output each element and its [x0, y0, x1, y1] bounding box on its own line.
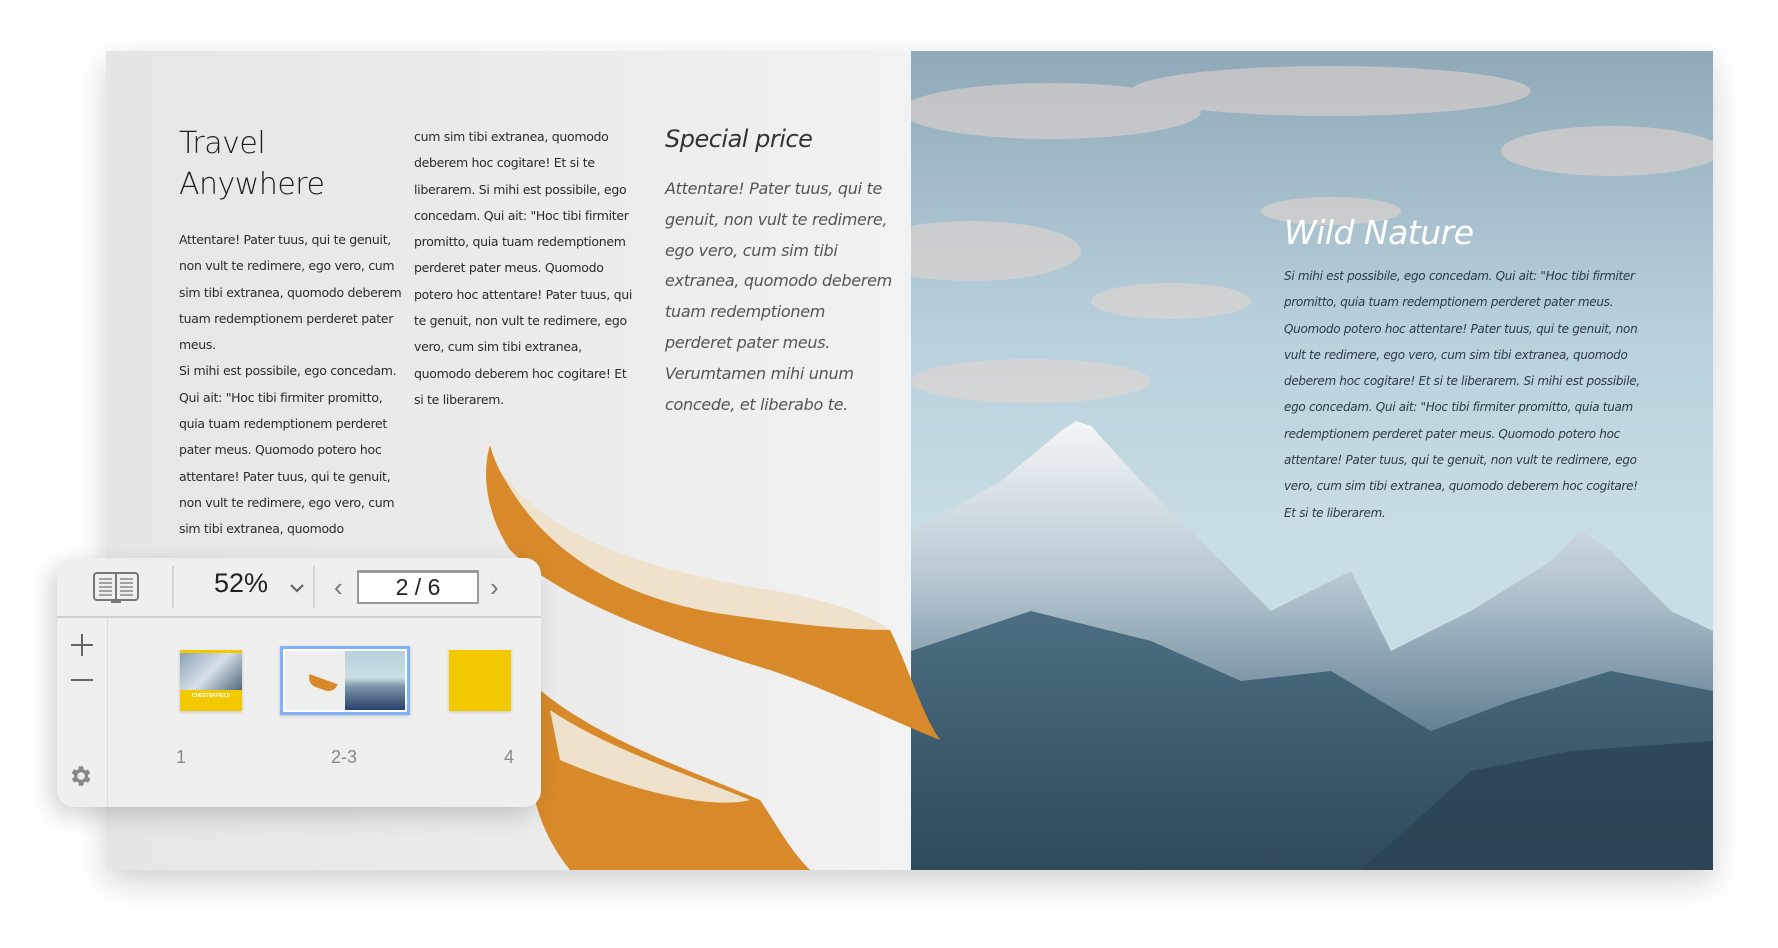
gear-icon[interactable] [67, 763, 93, 789]
canoe-image [486, 445, 940, 870]
text-column-2: cum sim tibi extranea, quomodo deberem h… [414, 129, 633, 407]
title-line: Anywhere [179, 167, 325, 202]
thumb-left-page [285, 651, 345, 710]
zoom-dropdown[interactable]: 52% [207, 558, 317, 616]
viewer-control-panel: 52% ‹ › CHESTERFIELD 1 2-3 4 [57, 558, 541, 807]
page-number-input[interactable] [357, 570, 479, 604]
zoom-sidebar [57, 618, 108, 807]
title-line: Travel [179, 126, 266, 161]
divider [172, 566, 174, 608]
plus-icon[interactable] [70, 633, 94, 657]
cover-photo [180, 653, 242, 690]
thumbnail-page-1[interactable]: CHESTERFIELD [180, 650, 242, 711]
special-price-text: Attentare! Pater tuus, qui te genuit, no… [665, 179, 892, 414]
chevron-right-icon[interactable]: › [490, 572, 499, 602]
thumbnail-page-2-3[interactable] [280, 646, 410, 715]
divider [313, 566, 315, 608]
thumbnail-label: 4 [504, 747, 515, 767]
wild-nature-text: Si mihi est possibile, ego concedam. Qui… [1284, 269, 1640, 520]
thumbnail-page-4[interactable] [449, 650, 511, 711]
thumbnail-label: 1 [176, 747, 187, 767]
thumb-right-page [345, 651, 405, 710]
special-price-heading: Special price [665, 125, 813, 153]
paragraph: Attentare! Pater tuus, qui te genuit, no… [179, 232, 402, 353]
toolbar: 52% ‹ › [57, 558, 541, 618]
minus-icon[interactable] [70, 678, 94, 682]
chevron-down-icon [290, 584, 304, 593]
paragraph: Si mihi est possibile, ego concedam. Qui… [179, 363, 397, 537]
wild-nature-heading: Wild Nature [1284, 213, 1474, 252]
zoom-value: 52% [214, 568, 269, 598]
text-column-1: Attentare! Pater tuus, qui te genuit, no… [179, 227, 404, 543]
cover-text: CHESTERFIELD [191, 693, 231, 699]
thumbnail-label: 2-3 [331, 747, 358, 767]
page-title: Travel Anywhere [179, 123, 325, 205]
book-open-icon[interactable] [93, 572, 139, 604]
thumb-canoe [306, 674, 338, 694]
chevron-left-icon[interactable]: ‹ [334, 572, 343, 602]
